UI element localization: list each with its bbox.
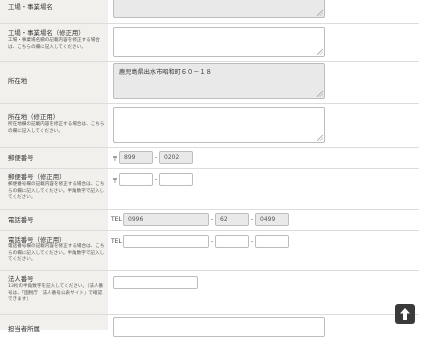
row-factory-name: 工場・事業場名 bbox=[0, 0, 419, 24]
postal-part1-value: 899 bbox=[124, 154, 136, 161]
label-cell: 電話番号 bbox=[0, 210, 108, 230]
postal-fix-part1-input[interactable] bbox=[119, 173, 153, 186]
factory-name-fix-textarea[interactable] bbox=[113, 27, 325, 57]
postal-part2-field[interactable]: 0202 bbox=[159, 151, 193, 164]
phone-part1-field[interactable]: 0996 bbox=[123, 213, 209, 226]
field-label: 所在地（修正用） bbox=[8, 113, 60, 121]
person-in-charge-textarea[interactable] bbox=[113, 317, 325, 337]
label-cell: 工場・事業場名 bbox=[0, 0, 108, 23]
field-label: 郵便番号 bbox=[8, 154, 34, 162]
row-person-in-charge: 担当者所属 bbox=[0, 315, 419, 337]
postal-part2-value: 0202 bbox=[164, 154, 180, 161]
postal-part1-field[interactable]: 899 bbox=[119, 151, 153, 164]
postal-separator: - bbox=[155, 154, 158, 161]
field-note: 所在地欄の記載内容を修正する場合は、こちらの欄に記入してください。 bbox=[8, 122, 105, 134]
address-value: 鹿児島県出水市昭和町６０－１８ bbox=[119, 69, 212, 76]
phone-fix-prefix: TEL bbox=[111, 238, 122, 245]
phone-separator-1: - bbox=[211, 216, 214, 223]
row-address-fix: 所在地（修正用） 所在地欄の記載内容を修正する場合は、こちらの欄に記入してくださ… bbox=[0, 104, 419, 148]
field-label: 工場・事業場名 bbox=[8, 3, 53, 11]
phone-part2-value: 62 bbox=[220, 216, 228, 223]
resize-grip-icon[interactable] bbox=[317, 91, 323, 97]
label-cell: 工場・事業場名（修正用） 工場・事業場名欄の記載内容を修正する場合は、こちらの欄… bbox=[0, 24, 108, 61]
field-note: 電話番号欄の記載内容を修正する場合は、こちらの欄に記入してください。半角数字で記… bbox=[8, 244, 105, 263]
label-cell: 所在地（修正用） 所在地欄の記載内容を修正する場合は、こちらの欄に記入してくださ… bbox=[0, 104, 108, 147]
row-postal-fix: 郵便番号（修正用） 郵便番号欄の記載内容を修正する場合は、こちらの欄に記入してく… bbox=[0, 169, 419, 210]
row-phone-fix: 電話番号（修正用） 電話番号欄の記載内容を修正する場合は、こちらの欄に記入してく… bbox=[0, 231, 419, 271]
field-label: 法人番号 bbox=[8, 275, 34, 283]
phone-fix-part1-input[interactable] bbox=[123, 235, 209, 248]
field-label: 郵便番号（修正用） bbox=[8, 173, 66, 181]
postal-prefix: 〒 bbox=[112, 156, 119, 163]
field-label: 工場・事業場名（修正用） bbox=[8, 29, 85, 37]
phone-fix-part2-input[interactable] bbox=[215, 235, 249, 248]
label-cell: 所在地 bbox=[0, 62, 108, 103]
field-label: 所在地 bbox=[8, 77, 28, 85]
phone-fix-part3-input[interactable] bbox=[255, 235, 289, 248]
postal-fix-separator: - bbox=[155, 176, 158, 183]
label-cell: 郵便番号（修正用） 郵便番号欄の記載内容を修正する場合は、こちらの欄に記入してく… bbox=[0, 169, 108, 209]
arrow-up-icon bbox=[400, 308, 410, 320]
phone-part3-field[interactable]: 0499 bbox=[255, 213, 289, 226]
phone-part1-value: 0996 bbox=[128, 216, 144, 223]
label-cell: 郵便番号 bbox=[0, 148, 108, 168]
field-note: 13桁の半角数字を記入してください。（法人番号は、「国税庁 法人番号公表サイト」… bbox=[8, 284, 104, 303]
label-cell: 担当者所属 bbox=[0, 315, 108, 333]
factory-name-field[interactable] bbox=[113, 0, 325, 18]
field-label: 担当者所属 bbox=[8, 325, 40, 333]
row-address: 所在地 鹿児島県出水市昭和町６０－１８ bbox=[0, 62, 419, 104]
resize-grip-icon[interactable] bbox=[317, 10, 323, 16]
phone-fix-separator-1: - bbox=[211, 238, 214, 245]
field-note: 郵便番号欄の記載内容を修正する場合は、こちらの欄に記入してください。半角数字で記… bbox=[8, 182, 105, 201]
row-corp-number: 法人番号 13桁の半角数字を記入してください。（法人番号は、「国税庁 法人番号公… bbox=[0, 271, 419, 315]
row-postal: 郵便番号 〒 899 - 0202 bbox=[0, 148, 419, 169]
resize-grip-icon[interactable] bbox=[317, 135, 323, 141]
address-field[interactable]: 鹿児島県出水市昭和町６０－１８ bbox=[113, 63, 325, 99]
label-cell: 電話番号（修正用） 電話番号欄の記載内容を修正する場合は、こちらの欄に記入してく… bbox=[0, 231, 108, 270]
phone-separator-2: - bbox=[251, 216, 254, 223]
postal-fix-prefix: 〒 bbox=[112, 178, 119, 185]
phone-fix-separator-2: - bbox=[251, 238, 254, 245]
postal-fix-part2-input[interactable] bbox=[159, 173, 193, 186]
phone-part3-value: 0499 bbox=[260, 216, 276, 223]
field-label: 電話番号 bbox=[8, 216, 34, 224]
resize-grip-icon[interactable] bbox=[317, 49, 323, 55]
phone-part2-field[interactable]: 62 bbox=[215, 213, 249, 226]
field-label: 電話番号（修正用） bbox=[8, 236, 66, 244]
scroll-top-button[interactable] bbox=[395, 304, 415, 324]
address-fix-textarea[interactable] bbox=[113, 107, 325, 143]
row-phone: 電話番号 TEL 0996 - 62 - 0499 bbox=[0, 210, 419, 231]
label-cell: 法人番号 13桁の半角数字を記入してください。（法人番号は、「国税庁 法人番号公… bbox=[0, 271, 108, 314]
field-note: 工場・事業場名欄の記載内容を修正する場合は、こちらの欄に記入してください。 bbox=[8, 38, 100, 50]
row-factory-name-fix: 工場・事業場名（修正用） 工場・事業場名欄の記載内容を修正する場合は、こちらの欄… bbox=[0, 24, 419, 62]
corp-number-input[interactable] bbox=[113, 276, 198, 289]
phone-prefix: TEL bbox=[111, 216, 122, 223]
